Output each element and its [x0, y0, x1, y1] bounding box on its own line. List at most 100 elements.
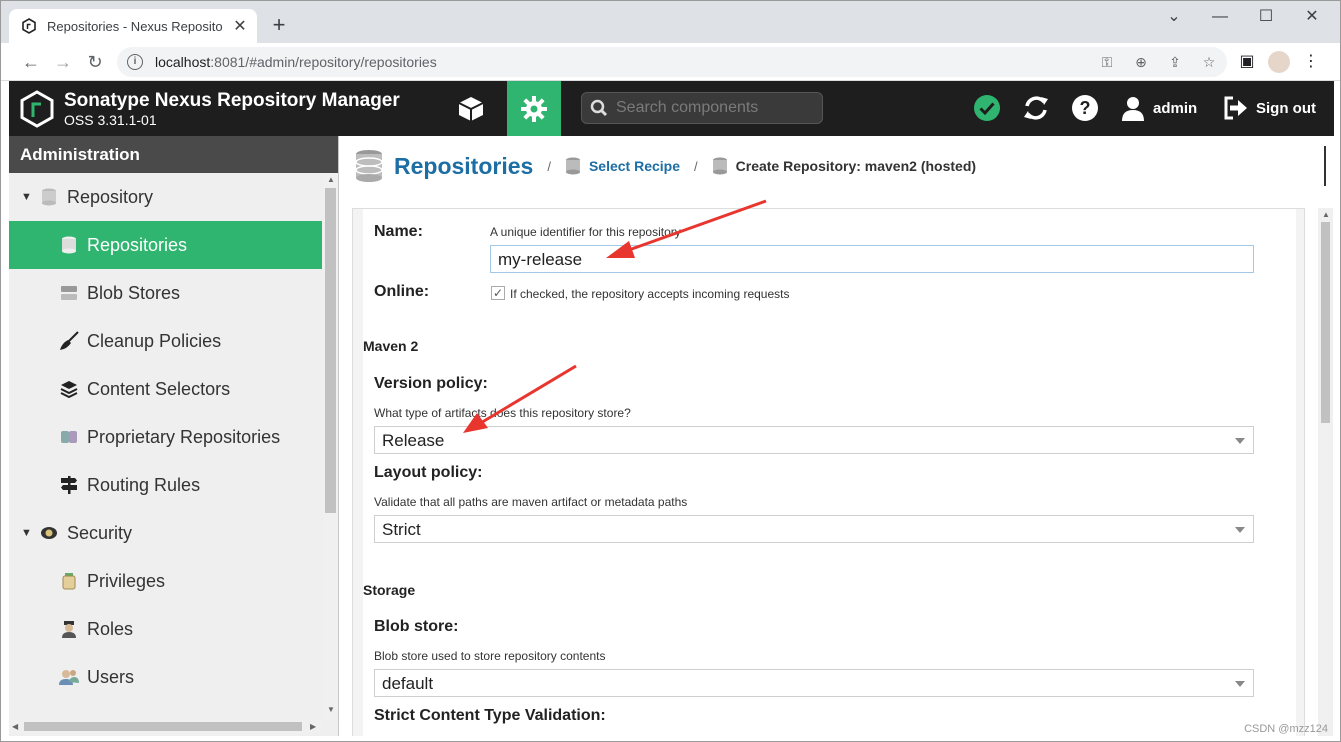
expand-arrow-icon[interactable]: ▼: [21, 527, 39, 539]
sign-out-icon: [1224, 96, 1247, 120]
browser-tab[interactable]: Repositories - Nexus Reposito ✕: [9, 9, 257, 43]
breadcrumb: Repositories / Select Recipe / Create Re…: [340, 136, 1334, 196]
blob-store-label: Blob store:: [374, 618, 459, 635]
zoom-icon[interactable]: ⊕: [1131, 52, 1151, 72]
site-info-icon[interactable]: i: [127, 54, 143, 70]
admin-sidebar: Administration ▼ Repository Repositories…: [9, 136, 339, 736]
sidebar-scroll-thumb[interactable]: [325, 188, 336, 513]
name-help: A unique identifier for this repository: [490, 225, 681, 239]
main-scroll-thumb[interactable]: [1321, 222, 1330, 423]
search-icon: [590, 99, 608, 117]
sidebar-group-security[interactable]: ▼ Security: [9, 509, 322, 557]
profile-avatar[interactable]: [1267, 51, 1291, 75]
blob-store-value: default: [382, 674, 434, 693]
form-panel: Name: A unique identifier for this repos…: [352, 208, 1305, 737]
browser-toolbar: ← → ↻ i localhost:8081/#admin/repository…: [1, 43, 1340, 81]
share-icon[interactable]: ⇪: [1165, 52, 1185, 72]
browser-menu-icon[interactable]: ⋮: [1299, 51, 1323, 75]
maximize-button[interactable]: ☐: [1243, 5, 1289, 29]
back-button[interactable]: ←: [19, 50, 43, 74]
sidebar-group-repository[interactable]: ▼ Repository: [9, 173, 322, 221]
forward-button[interactable]: →: [51, 50, 75, 74]
sign-out-button[interactable]: Sign out: [1222, 93, 1316, 123]
sidebar-item-routing-rules[interactable]: Routing Rules: [9, 461, 322, 509]
repositories-database-icon: [355, 150, 383, 182]
main-vertical-scrollbar[interactable]: ▲: [1318, 208, 1333, 736]
tab-search-chevron-icon[interactable]: ⌄: [1151, 5, 1197, 29]
storage-section-title: Storage: [363, 582, 416, 598]
dropdown-caret-icon[interactable]: [1235, 527, 1245, 533]
side-panel-icon[interactable]: ▣: [1235, 51, 1259, 75]
sidebar-item-privileges[interactable]: Privileges: [9, 557, 322, 605]
nexus-header: Sonatype Nexus Repository Manager OSS 3.…: [9, 81, 1334, 136]
name-input[interactable]: my-release: [490, 245, 1254, 273]
search-box[interactable]: [581, 92, 823, 124]
sidebar-item-users[interactable]: Users: [9, 653, 322, 701]
new-tab-button[interactable]: +: [267, 13, 291, 37]
sidebar-item-cleanup-policies[interactable]: Cleanup Policies: [9, 317, 322, 365]
database-icon: [565, 157, 580, 175]
help-icon[interactable]: ?: [1070, 93, 1100, 123]
strict-content-label: Strict Content Type Validation:: [374, 707, 606, 724]
search-input[interactable]: [616, 99, 816, 117]
signpost-icon: [59, 475, 79, 495]
sidebar-item-proprietary-repositories[interactable]: Proprietary Repositories: [9, 413, 322, 461]
tab-strip: Repositories - Nexus Reposito ✕ + ⌄ — ☐ …: [1, 1, 1340, 43]
user-menu[interactable]: admin: [1119, 93, 1197, 123]
breadcrumb-divider: [1324, 146, 1326, 186]
user-icon: [1122, 97, 1144, 121]
layers-icon: [59, 379, 79, 399]
sidebar-horizontal-scrollbar[interactable]: ◀ ▶: [9, 719, 322, 734]
bookmark-star-icon[interactable]: ☆: [1199, 52, 1219, 72]
sign-out-label: Sign out: [1256, 99, 1316, 117]
users-icon: [59, 667, 79, 687]
sidebar-item-label: Cleanup Policies: [87, 330, 222, 351]
system-status-icon[interactable]: [972, 93, 1002, 123]
sidebar-item-label: Privileges: [87, 570, 166, 591]
badge-icon: [59, 571, 79, 591]
name-label: Name:: [374, 223, 423, 240]
layout-policy-select[interactable]: Strict: [374, 515, 1254, 543]
svg-text:?: ?: [1080, 98, 1091, 118]
tab-title: Repositories - Nexus Reposito: [47, 18, 223, 34]
version-policy-label: Version policy:: [374, 375, 488, 392]
role-icon: [59, 619, 79, 639]
server-icon: [59, 283, 79, 303]
expand-arrow-icon[interactable]: ▼: [21, 191, 39, 203]
sidebar-item-repositories[interactable]: Repositories: [9, 221, 322, 269]
sidebar-item-label: Blob Stores: [87, 282, 181, 303]
app-title: Sonatype Nexus Repository Manager: [64, 90, 400, 111]
version-policy-select[interactable]: Release: [374, 426, 1254, 454]
dropdown-caret-icon[interactable]: [1235, 438, 1245, 444]
browse-mode-button[interactable]: [444, 81, 498, 136]
database-icon: [712, 157, 727, 175]
online-checkbox[interactable]: ✓: [491, 286, 505, 300]
sidebar-hscroll-thumb[interactable]: [24, 722, 302, 731]
sidebar-item-label: Proprietary Repositories: [87, 426, 281, 447]
key-icon[interactable]: ⚿: [1097, 52, 1117, 72]
app-version: OSS 3.31.1-01: [64, 112, 157, 128]
sidebar-item-blob-stores[interactable]: Blob Stores: [9, 269, 322, 317]
sidebar-item-label: Users: [87, 666, 135, 687]
admin-mode-button[interactable]: [507, 81, 561, 136]
online-label: Online:: [374, 283, 430, 300]
breadcrumb-select-recipe-link[interactable]: Select Recipe: [589, 158, 680, 174]
dropdown-caret-icon[interactable]: [1235, 681, 1245, 687]
blob-store-select[interactable]: default: [374, 669, 1254, 697]
sidebar-item-roles[interactable]: Roles: [9, 605, 322, 653]
breadcrumb-separator: /: [547, 158, 551, 174]
tab-close-icon[interactable]: ✕: [231, 16, 249, 36]
close-window-button[interactable]: ✕: [1289, 5, 1335, 29]
address-bar[interactable]: i localhost:8081/#admin/repository/repos…: [117, 47, 1227, 77]
sidebar-item-label: Content Selectors: [87, 378, 231, 399]
reload-button[interactable]: ↻: [83, 50, 107, 74]
version-policy-value: Release: [382, 431, 445, 450]
url-text: localhost:8081/#admin/repository/reposit…: [155, 54, 437, 70]
sidebar-vertical-scrollbar[interactable]: ▲ ▼: [323, 173, 338, 719]
minimize-button[interactable]: —: [1197, 5, 1243, 29]
create-repository-form: Name: A unique identifier for this repos…: [363, 209, 1296, 737]
username: admin: [1153, 99, 1198, 117]
refresh-icon[interactable]: [1021, 93, 1051, 123]
nexus-logo-icon: [20, 90, 54, 128]
sidebar-item-content-selectors[interactable]: Content Selectors: [9, 365, 322, 413]
